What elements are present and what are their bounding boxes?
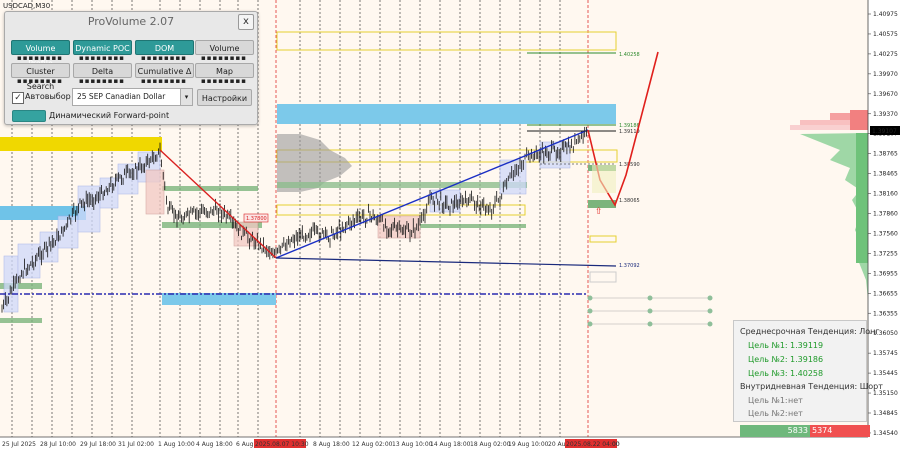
dots-indicator: ▪▪▪▪▪▪▪▪ — [141, 77, 187, 85]
delta-button[interactable]: Delta — [73, 63, 132, 78]
intraday-target-1-label: Цель №1: — [748, 396, 788, 405]
intraday-target-2-label: Цель №2: — [748, 409, 788, 418]
date-tick-label: 25 Jul 2025 — [2, 441, 36, 448]
price-tick-label: 1.38465 — [873, 171, 898, 178]
price-tick-label: 1.34540 — [873, 430, 898, 437]
forecast-arrow-icon: ⇧ — [595, 207, 603, 217]
forward-point-label: Динамический Forward-point — [49, 111, 170, 120]
date-tick-label: 4 Aug 18:00 — [196, 441, 233, 448]
price-tick-label: 1.40275 — [873, 51, 898, 58]
intraday-target-2-value: нет — [788, 409, 803, 418]
price-tick-label: 1.40975 — [873, 11, 898, 18]
date-tick-label: 28 Jul 10:00 — [40, 441, 76, 448]
volume-button[interactable]: Volume — [195, 40, 254, 55]
level-label-6: 1.37092 — [619, 263, 640, 269]
price-tick-label: 1.40575 — [873, 31, 898, 38]
date-tick-label: 6 Aug — [236, 441, 254, 448]
price-tick-label: 1.37255 — [873, 250, 898, 257]
date-tick-label: 19 Aug 10:00 — [508, 441, 549, 448]
trend-panel: Среднесрочная Тенденция: Лонг Цель №1: 1… — [733, 320, 883, 422]
target-2-value: 1.39186 — [790, 355, 824, 364]
price-tick-label: 1.34845 — [873, 410, 898, 417]
box-label: 1.37800 — [246, 216, 267, 222]
date-tick-label: 1 Aug 10:00 — [158, 441, 195, 448]
sell-volume-bar: 5374 — [810, 425, 870, 437]
date-tick-label: 12 Aug 02:00 — [352, 441, 393, 448]
level-label-5: 1.38065 — [619, 198, 640, 204]
intraday-target-1-value: нет — [788, 396, 803, 405]
dynamic-poc-button[interactable]: Dynamic POC — [73, 40, 132, 55]
volume-profile-button[interactable]: Volume Profile — [11, 40, 70, 68]
auto-select-label: Автовыбор — [25, 92, 71, 101]
price-tick-label: 1.38765 — [873, 151, 898, 158]
provolume-panel[interactable]: ProVolume 2.07 x Volume Profile Dynamic … — [4, 11, 258, 125]
dots-indicator: ▪▪▪▪▪▪▪▪ — [79, 77, 125, 85]
date-tick-label: 18 Aug 02:00 — [470, 441, 511, 448]
dom-button[interactable]: DOM — [135, 40, 194, 55]
date-tick-label: 2025.08.07 10:30 — [255, 441, 309, 448]
medium-trend-title: Среднесрочная Тенденция: Лонг — [740, 327, 880, 336]
buy-volume: 5833 — [787, 426, 808, 435]
chevron-down-icon[interactable]: ▾ — [180, 89, 192, 105]
price-tick-label: 1.39370 — [873, 111, 898, 118]
price-tick-label: 1.39670 — [873, 91, 898, 98]
date-tick-label: 14 Aug 18:00 — [430, 441, 471, 448]
price-tick-label: 1.35745 — [873, 350, 898, 357]
close-button[interactable]: x — [238, 14, 254, 30]
buy-volume-bar: 5833 — [740, 425, 810, 437]
auto-select-checkbox[interactable]: ✓ — [12, 92, 24, 104]
price-tick-label: 1.35150 — [873, 390, 898, 397]
price-tick-label: 1.36955 — [873, 270, 898, 277]
resistance-zone — [0, 137, 162, 151]
price-tick-label: 1.38160 — [873, 191, 898, 198]
poc-bar-first-low — [0, 318, 42, 323]
dots-indicator: ▪▪▪▪▪▪▪▪ — [79, 54, 125, 62]
date-tick-label: 8 Aug 18:00 — [313, 441, 350, 448]
target-2-label: Цель №2: — [748, 355, 788, 364]
cluster-search-button[interactable]: Cluster Search — [11, 63, 70, 91]
date-tick-label: 29 Jul 18:00 — [80, 441, 116, 448]
forecast-box — [592, 165, 616, 193]
price-tick-label: 1.35445 — [873, 370, 898, 377]
date-tick-label: 13 Aug 10:00 — [392, 441, 433, 448]
cumulative-delta-button[interactable]: Cumulative Δ — [135, 63, 194, 78]
target-3-value: 1.40258 — [790, 369, 824, 378]
price-tick-label: 1.37860 — [873, 211, 898, 218]
dots-indicator: ▪▪▪▪▪▪▪▪ — [141, 54, 187, 62]
sell-volume: 5374 — [812, 426, 833, 435]
poc-bar-mid — [420, 224, 526, 228]
blue-zone — [277, 104, 616, 124]
level-label-1: 1.40258 — [619, 52, 640, 58]
intraday-trend-title: Внутридневная Тенденция: Шорт — [740, 382, 883, 391]
dots-indicator: ▪▪▪▪▪▪▪▪ — [201, 77, 247, 85]
date-tick-label: 31 Jul 02:00 — [118, 441, 154, 448]
contract-select[interactable]: 25 SEP Canadian Dollar ▾ — [72, 88, 193, 106]
current-price: 1.39107 — [872, 128, 897, 135]
poc-bar — [277, 182, 527, 188]
poc-bar-left — [162, 186, 258, 191]
price-tick-label: 1.36355 — [873, 310, 898, 317]
price-tick-label: 1.36655 — [873, 290, 898, 297]
contract-select-value: 25 SEP Canadian Dollar — [77, 92, 166, 101]
price-tick-label: 1.39970 — [873, 71, 898, 78]
target-1-value: 1.39119 — [790, 341, 824, 350]
target-3-label: Цель №3: — [748, 369, 788, 378]
dots-indicator: ▪▪▪▪▪▪▪▪ — [17, 77, 63, 85]
target-1-label: Цель №1: — [748, 341, 788, 350]
forward-point-toggle[interactable] — [12, 110, 46, 122]
dots-indicator: ▪▪▪▪▪▪▪▪ — [17, 54, 63, 62]
dots-indicator: ▪▪▪▪▪▪▪▪ — [201, 54, 247, 62]
date-tick-label: 00 — [612, 441, 620, 448]
price-tick-label: 1.37560 — [873, 230, 898, 237]
settings-button[interactable]: Настройки — [197, 89, 252, 106]
symbol-label: USDCAD,M30 — [3, 2, 51, 10]
map-button[interactable]: Map — [195, 63, 254, 78]
panel-title: ProVolume 2.07 — [87, 15, 175, 28]
